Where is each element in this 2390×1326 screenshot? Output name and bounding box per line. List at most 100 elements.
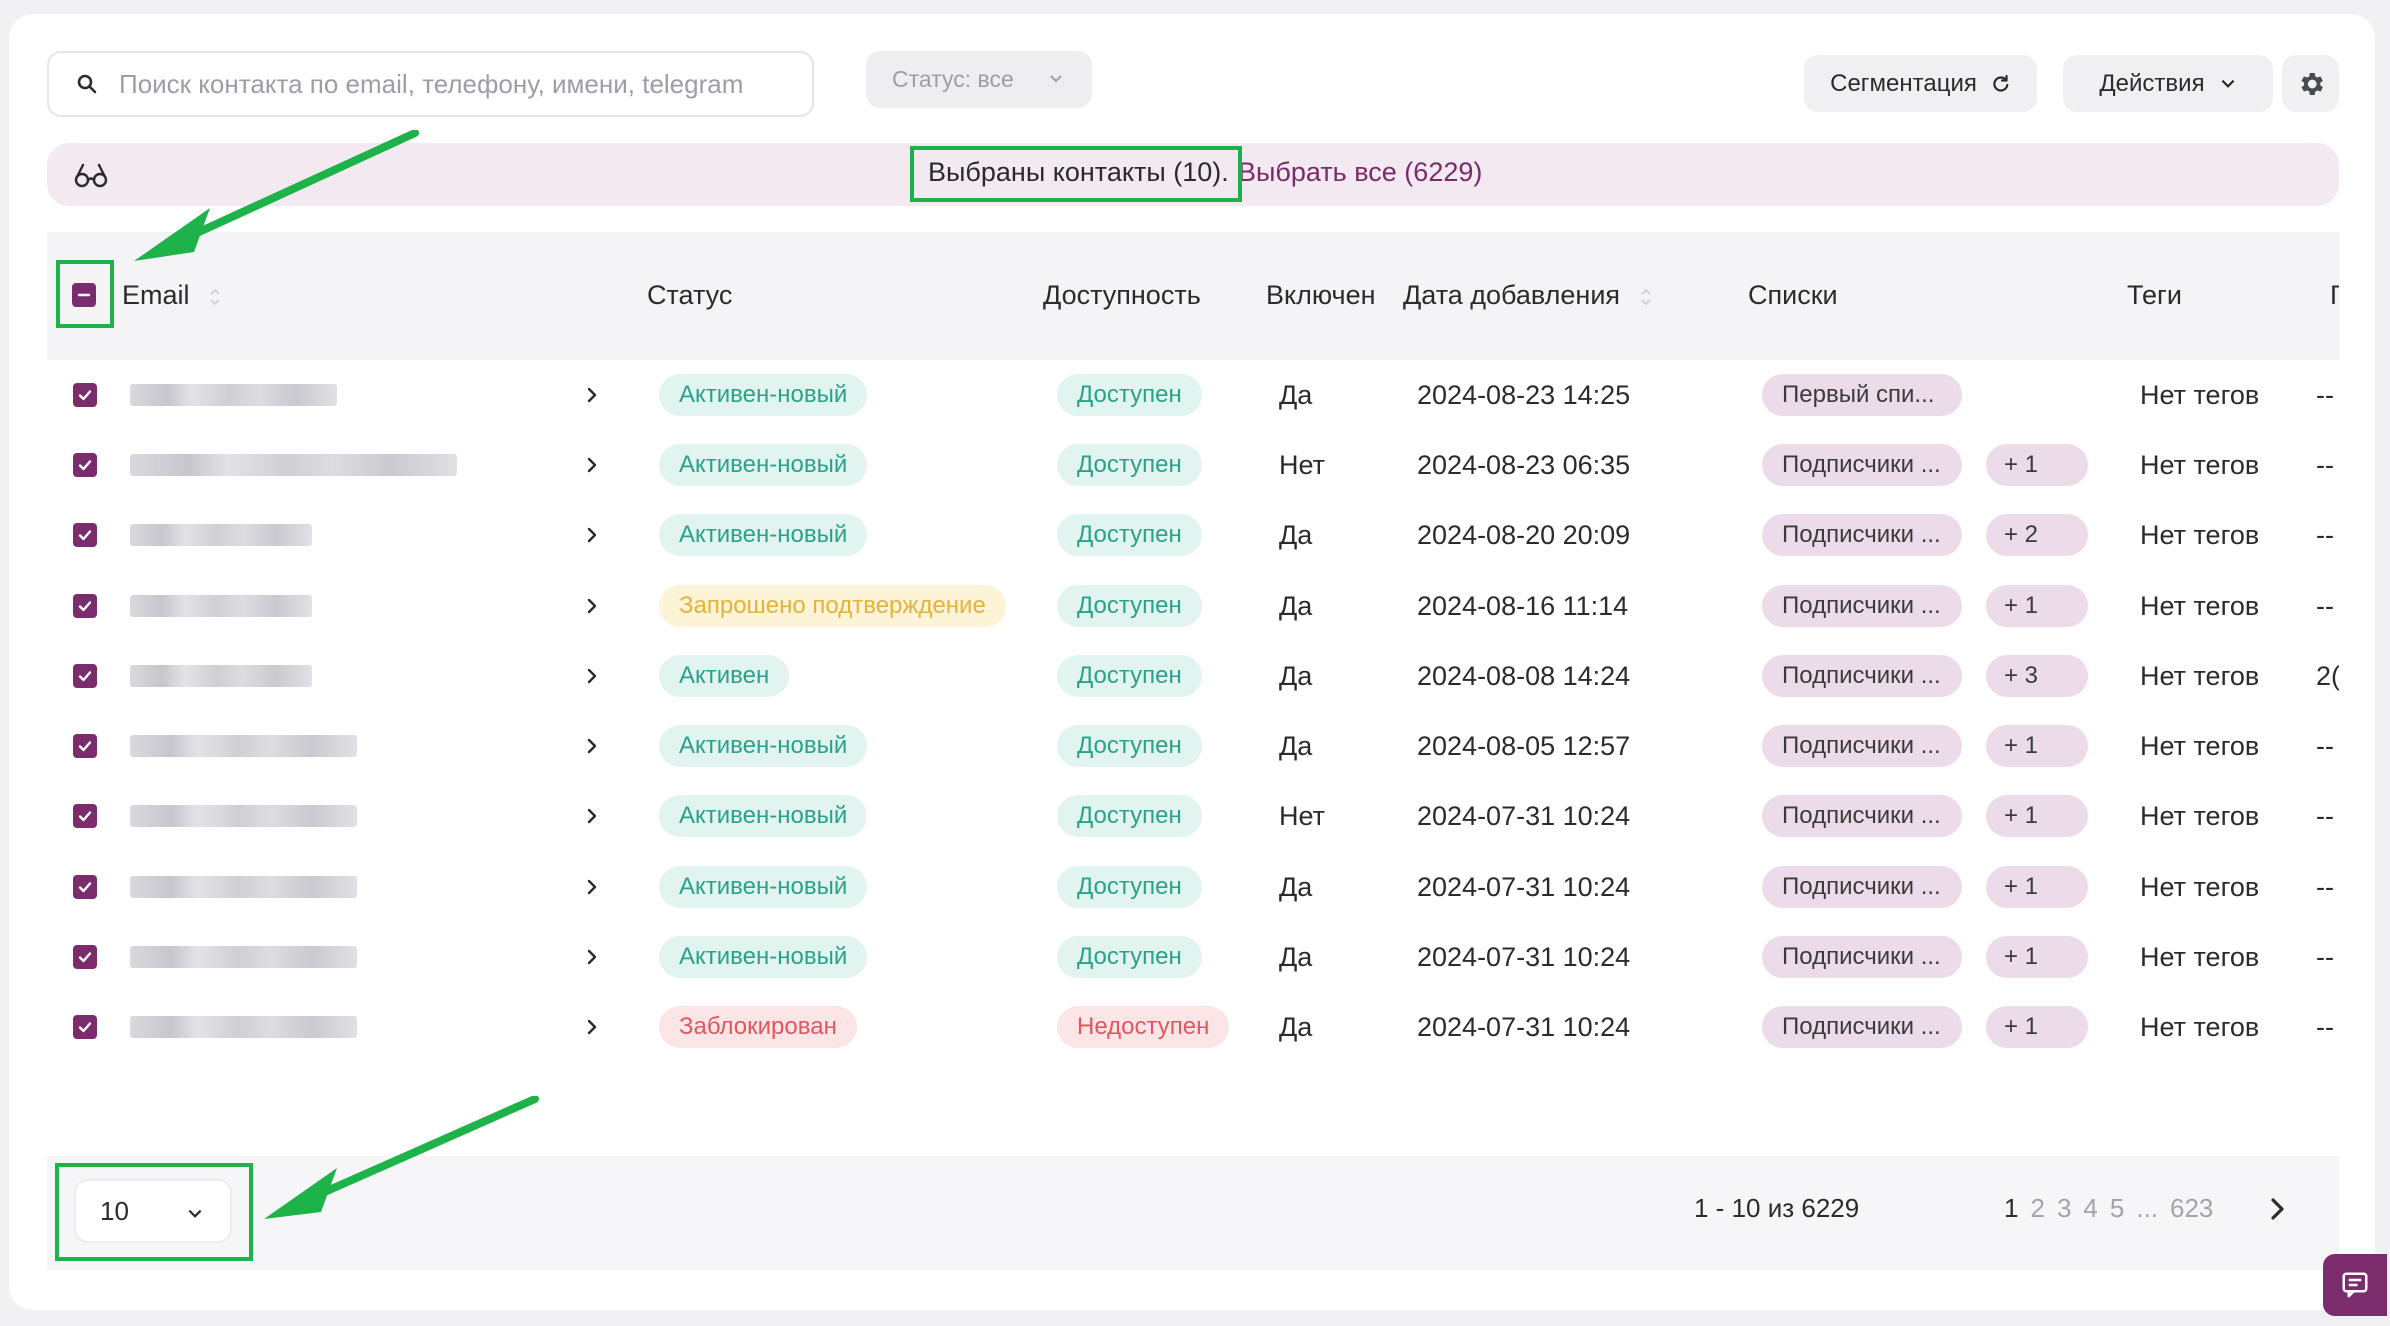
table-row[interactable]: Активен-новый Доступен Да 2024-07-31 10:24 П… <box>47 922 2339 992</box>
list-badge[interactable]: Подписчики ... <box>1762 866 1962 908</box>
availability-badge: Доступен <box>1057 795 1202 837</box>
table-row[interactable]: Активен-новый Доступен Да 2024-08-05 12:57 П… <box>47 711 2339 781</box>
row-checkbox[interactable] <box>73 383 97 407</box>
row-expand[interactable] <box>585 922 599 992</box>
more-lists-badge[interactable]: + 1 <box>1986 725 2088 767</box>
chevron-right-icon[interactable] <box>2265 1194 2289 1224</box>
more-lists-badge[interactable]: + 3 <box>1986 655 2088 697</box>
segmentation-button[interactable]: Сегментация <box>1804 55 2037 112</box>
row-checkbox[interactable] <box>73 875 97 899</box>
row-checkbox[interactable] <box>73 453 97 477</box>
more-lists-badge[interactable]: + 1 <box>1986 795 2088 837</box>
date-added-value: 2024-07-31 10:24 <box>1417 941 1631 972</box>
row-expand[interactable] <box>585 711 599 781</box>
row-checkbox[interactable] <box>73 945 97 969</box>
extra-value: -- <box>2316 730 2334 761</box>
actions-button[interactable]: Действия <box>2063 55 2273 112</box>
table-row[interactable]: Активен-новый Доступен Да 2024-08-20 20:09 П… <box>47 500 2339 570</box>
list-badge[interactable]: Подписчики ... <box>1762 514 1962 556</box>
enabled-value: Да <box>1279 941 1313 972</box>
pagination-page[interactable]: 1 <box>2004 1193 2018 1224</box>
pagination-page[interactable]: 5 <box>2110 1193 2124 1224</box>
list-badge[interactable]: Подписчики ... <box>1762 1006 1962 1048</box>
row-expand[interactable] <box>585 781 599 851</box>
tags-value: Нет тегов <box>2140 519 2260 550</box>
column-header-date-added[interactable]: Дата добавления <box>1403 280 1652 311</box>
row-expand[interactable] <box>585 500 599 570</box>
email-cell-redacted <box>130 641 312 711</box>
status-badge: Активен-новый <box>659 514 868 556</box>
column-header-email[interactable]: Email <box>122 280 221 311</box>
row-expand[interactable] <box>585 360 599 430</box>
row-expand[interactable] <box>585 571 599 641</box>
more-lists-badge[interactable]: + 1 <box>1986 936 2088 978</box>
chevron-right-icon <box>587 949 597 965</box>
status-badge: Активен-новый <box>659 866 868 908</box>
redacted-email <box>130 454 457 476</box>
tags-value: Нет тегов <box>2140 1011 2260 1042</box>
redacted-email <box>130 595 312 617</box>
more-lists-badge[interactable]: + 1 <box>1986 444 2088 486</box>
column-header-enabled: Включен <box>1266 280 1376 310</box>
more-lists-badge[interactable]: + 1 <box>1986 1006 2088 1048</box>
extra-value: 2( <box>2316 660 2339 691</box>
row-expand[interactable] <box>585 992 599 1062</box>
list-badge[interactable]: Подписчики ... <box>1762 725 1962 767</box>
status-filter-select[interactable]: Статус: все <box>866 51 1092 108</box>
settings-button[interactable] <box>2282 55 2339 112</box>
select-all-link[interactable]: Выбрать все (6229) <box>1238 157 1482 188</box>
email-cell-redacted <box>130 360 337 430</box>
row-expand[interactable] <box>585 641 599 711</box>
row-checkbox[interactable] <box>73 664 97 688</box>
list-badge[interactable]: Первый спи... <box>1762 374 1962 416</box>
table-row[interactable]: Запрошено подтверждение Доступен Да 2024-08… <box>47 571 2339 641</box>
row-checkbox[interactable] <box>73 734 97 758</box>
pagination-page[interactable]: 623 <box>2170 1193 2213 1224</box>
more-lists-badge[interactable]: + 1 <box>1986 866 2088 908</box>
table-row[interactable]: Активен Доступен Да 2024-08-08 14:24 Подписч… <box>47 641 2339 711</box>
table-row[interactable]: Заблокирован Недоступен Да 2024-07-31 10:24… <box>47 992 2339 1062</box>
table-row[interactable]: Активен-новый Доступен Нет 2024-07-31 10:24… <box>47 781 2339 851</box>
check-icon <box>78 741 92 752</box>
row-expand[interactable] <box>585 430 599 500</box>
list-badge[interactable]: Подписчики ... <box>1762 795 1962 837</box>
row-expand[interactable] <box>585 852 599 922</box>
check-icon <box>78 460 92 471</box>
tags-value: Нет тегов <box>2140 590 2260 621</box>
chat-button[interactable] <box>2323 1254 2387 1316</box>
list-badge[interactable]: Подписчики ... <box>1762 585 1962 627</box>
row-checkbox[interactable] <box>73 594 97 618</box>
list-badge[interactable]: Подписчики ... <box>1762 936 1962 978</box>
chevron-right-icon <box>587 387 597 403</box>
pagination-page[interactable]: 2 <box>2030 1193 2044 1224</box>
email-cell-redacted <box>130 992 357 1062</box>
table-row[interactable]: Активен-новый Доступен Нет 2024-08-23 06:35… <box>47 430 2339 500</box>
search-box[interactable] <box>47 51 814 117</box>
more-lists-badge[interactable]: + 1 <box>1986 585 2088 627</box>
chevron-down-icon <box>1050 75 1062 83</box>
chevron-right-icon <box>587 668 597 684</box>
status-badge: Активен-новый <box>659 795 868 837</box>
status-filter-label: Статус: все <box>892 66 1014 92</box>
more-lists-badge[interactable]: + 2 <box>1986 514 2088 556</box>
table-row[interactable]: Активен-новый Доступен Да 2024-08-23 14:25 П… <box>47 360 2339 430</box>
highlight-box-page-size <box>55 1163 253 1261</box>
table-row[interactable]: Активен-новый Доступен Да 2024-07-31 10:24 П… <box>47 852 2339 922</box>
chevron-right-icon <box>587 457 597 473</box>
pagination-page[interactable]: 3 <box>2057 1193 2071 1224</box>
list-badge[interactable]: Подписчики ... <box>1762 655 1962 697</box>
row-checkbox[interactable] <box>73 804 97 828</box>
sort-icon <box>210 288 220 306</box>
list-badge[interactable]: Подписчики ... <box>1762 444 1962 486</box>
chat-icon <box>2342 1272 2368 1298</box>
search-input[interactable] <box>119 68 779 100</box>
availability-badge: Доступен <box>1057 514 1202 556</box>
row-checkbox[interactable] <box>73 523 97 547</box>
refresh-icon <box>1993 74 2009 92</box>
redacted-email <box>130 384 337 406</box>
row-checkbox[interactable] <box>73 1015 97 1039</box>
check-icon <box>78 601 92 612</box>
pagination-page[interactable]: 4 <box>2083 1193 2097 1224</box>
highlight-box-checkbox <box>56 260 114 328</box>
extra-value: -- <box>2316 871 2334 902</box>
